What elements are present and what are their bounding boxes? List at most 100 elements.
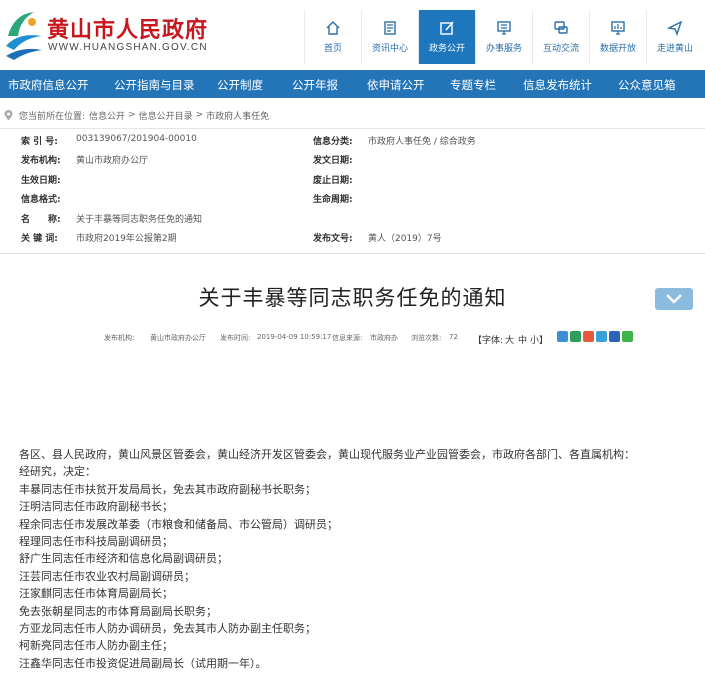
info-value: 关于丰暴等同志职务任免的通知 <box>76 215 203 225</box>
logo-icon[interactable] <box>4 6 44 62</box>
mainnav-system[interactable]: 公开制度 <box>217 77 263 93</box>
site-header: 黄山市人民政府 WWW.HUANGSHAN.GOV.CN 首页 资讯中心 政务公… <box>0 0 705 68</box>
topnav-label: 办事服务 <box>485 44 522 54</box>
mainnav-guide[interactable]: 公开指南与目录 <box>114 77 195 93</box>
share-weibo-icon[interactable] <box>583 331 594 342</box>
article-paragraph: 丰暴同志任市扶贫开发局局长，免去其市政府副秘书长职务； <box>19 482 316 496</box>
article-paragraph: 方亚龙同志任市人防办调研员，免去其市人防办副主任职务； <box>19 622 316 636</box>
share-plus-icon[interactable] <box>557 331 568 342</box>
breadcrumb-item[interactable]: 市政府人事任免 <box>206 109 269 122</box>
chat-icon <box>554 21 568 34</box>
info-row: 名 称: 关于丰暴等同志职务任免的通知 <box>0 212 705 230</box>
article-paragraph: 汪芸同志任市农业农村局副调研员； <box>19 569 195 583</box>
share-wechat-icon[interactable] <box>622 331 633 342</box>
share-bar <box>557 331 633 343</box>
info-label: 索 引 号: <box>21 137 58 147</box>
mainnav-feedback[interactable]: 公众意见箱 <box>618 77 676 93</box>
meta-label: 发布时间: <box>220 334 251 342</box>
site-url: WWW.HUANGSHAN.GOV.CN <box>48 42 208 53</box>
info-row: 生效日期: 废止日期: <box>0 173 705 191</box>
share-renren-icon[interactable] <box>609 331 620 342</box>
breadcrumb-separator: > <box>128 110 136 120</box>
info-label: 关 键 词: <box>21 234 58 244</box>
breadcrumb-separator: > <box>195 110 204 120</box>
meta-label: 发布机构: <box>104 334 135 342</box>
breadcrumb-item[interactable]: 信息公开 <box>89 109 125 122</box>
location-pin-icon <box>4 109 13 120</box>
news-icon <box>384 21 396 35</box>
fontsize-medium-button[interactable]: 中 <box>518 333 527 346</box>
info-label: 信息格式: <box>21 195 61 205</box>
article-paragraph: 汪明洁同志任市政府副秘书长； <box>19 500 173 514</box>
mainnav-annual-report[interactable]: 公开年报 <box>292 77 338 93</box>
info-label: 生效日期: <box>21 176 61 186</box>
meta-value: 2019-04-09 10:59:17 <box>257 333 332 341</box>
article-body: 各区、县人民政府，黄山风景区管委会，黄山经济开发区管委会，黄山现代服务业产业园管… <box>19 446 699 672</box>
topnav-services[interactable]: 办事服务 <box>475 10 532 64</box>
breadcrumb-prefix: 您当前所在位置: <box>19 111 86 122</box>
fontsize-large-button[interactable]: 大 <box>505 333 514 346</box>
meta-label: 信息来源: <box>332 334 363 342</box>
article-title: 关于丰暴等同志职务任免的通知 <box>198 286 507 310</box>
topnav-label: 走进黄山 <box>656 44 693 54</box>
fontsize-label: 【字体: <box>473 336 504 346</box>
send-icon <box>667 20 683 36</box>
info-table: 索 引 号: 003139067/201904-00010 信息分类: 市政府人… <box>0 128 705 254</box>
info-row: 索 引 号: 003139067/201904-00010 信息分类: 市政府人… <box>0 134 705 152</box>
meta-value: 黄山市政府办公厅 <box>150 334 206 342</box>
edit-icon <box>440 21 454 35</box>
info-label: 发布文号: <box>313 234 353 244</box>
topnav-label: 互动交流 <box>542 44 579 54</box>
info-value: 黄山市政府办公厅 <box>76 156 149 166</box>
article-paragraph: 经研究，决定： <box>19 465 96 479</box>
main-nav: 市政府信息公开 公开指南与目录 公开制度 公开年报 依申请公开 专题专栏 信息发… <box>0 70 705 98</box>
article-paragraph: 舒广生同志任市经济和信息化局副调研员； <box>19 552 228 566</box>
meta-value: 市政府办 <box>370 334 398 342</box>
mainnav-gov-info[interactable]: 市政府信息公开 <box>8 77 89 93</box>
article-paragraph: 程理同志任市科技局副调研员； <box>19 535 173 549</box>
fontsize-small-button[interactable]: 小】 <box>530 333 548 346</box>
info-label: 废止日期: <box>313 176 353 186</box>
view-count: 72 <box>449 333 458 341</box>
chevron-down-icon <box>666 294 682 304</box>
collapse-button[interactable] <box>655 288 693 310</box>
breadcrumb: 您当前所在位置: 信息公开 > 信息公开目录 > 市政府人事任免 <box>4 108 269 122</box>
top-nav: 首页 资讯中心 政务公开 办事服务 互动交流 数据开放 走进黄山 <box>304 10 705 64</box>
article-paragraph: 汪鑫华同志任市投资促进局副局长（试用期一年）。 <box>19 656 267 670</box>
topnav-home[interactable]: 首页 <box>304 10 361 64</box>
site-title[interactable]: 黄山市人民政府 <box>47 12 208 44</box>
info-label: 生命周期: <box>313 195 353 205</box>
info-row: 关 键 词: 市政府2019年公报第2期 发布文号: 黄人（2019）7号 <box>0 231 705 249</box>
article-paragraph: 免去张朝星同志的市体育局副局长职务； <box>19 604 217 618</box>
info-label: 名 称: <box>21 215 61 225</box>
article-paragraph: 汪家麒同志任市体育局副局长； <box>19 587 173 601</box>
topnav-about[interactable]: 走进黄山 <box>646 10 703 64</box>
info-row: 信息格式: 生命周期: <box>0 192 705 210</box>
share-qzone-icon[interactable] <box>570 331 581 342</box>
mainnav-statistics[interactable]: 信息发布统计 <box>523 77 592 93</box>
topnav-gov-affairs[interactable]: 政务公开 <box>418 10 475 64</box>
mainnav-topics[interactable]: 专题专栏 <box>450 77 496 93</box>
info-label: 发布机构: <box>21 156 61 166</box>
mainnav-apply[interactable]: 依申请公开 <box>367 77 425 93</box>
topnav-interaction[interactable]: 互动交流 <box>532 10 589 64</box>
info-label: 发文日期: <box>313 156 353 166</box>
article-paragraph: 各区、县人民政府，黄山风景区管委会，黄山经济开发区管委会，黄山现代服务业产业园管… <box>19 448 635 461</box>
topnav-label: 政务公开 <box>428 44 465 54</box>
meta-label: 浏览次数: <box>411 334 442 342</box>
info-value: 市政府人事任免 / 综合政务 <box>368 137 476 147</box>
topnav-news[interactable]: 资讯中心 <box>361 10 418 64</box>
monitor-icon <box>497 21 511 35</box>
data-screen-icon <box>611 21 625 35</box>
article-paragraph: 柯新亮同志任市人防办副主任； <box>19 639 173 653</box>
topnav-label: 资讯中心 <box>371 44 408 54</box>
info-row: 发布机构: 黄山市政府办公厅 发文日期: <box>0 153 705 171</box>
topnav-open-data[interactable]: 数据开放 <box>589 10 646 64</box>
info-label: 信息分类: <box>313 137 353 147</box>
info-value: 003139067/201904-00010 <box>76 134 197 144</box>
breadcrumb-item[interactable]: 信息公开目录 <box>139 109 193 122</box>
info-value: 市政府2019年公报第2期 <box>76 234 177 244</box>
share-tencent-icon[interactable] <box>596 331 607 342</box>
topnav-label: 首页 <box>323 44 342 54</box>
article-paragraph: 程余同志任市发展改革委（市粮食和储备局、市公管局）调研员； <box>19 517 338 531</box>
